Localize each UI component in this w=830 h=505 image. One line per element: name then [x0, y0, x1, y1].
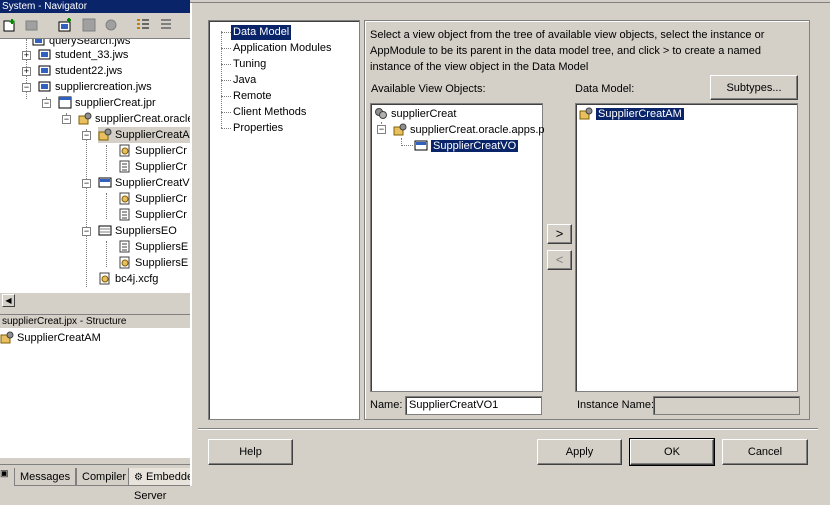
- tree-item-entityobject[interactable]: SuppliersEO: [98, 223, 177, 239]
- help-button[interactable]: Help: [208, 439, 293, 465]
- tree-item-am-file1[interactable]: SupplierCr: [118, 143, 187, 159]
- data-model-tree[interactable]: SupplierCreatAM: [575, 103, 798, 392]
- remove-instance-button[interactable]: <: [547, 250, 572, 270]
- app-module-icon: [579, 107, 593, 120]
- new-workspace-icon[interactable]: [58, 18, 72, 32]
- instance-name-field[interactable]: [653, 396, 800, 415]
- workspace-icon: [32, 39, 45, 46]
- collapse-icon[interactable]: −: [22, 83, 31, 92]
- add-instance-button[interactable]: >: [547, 224, 572, 244]
- apply-button[interactable]: Apply: [537, 439, 622, 465]
- navigator-tree[interactable]: querySearch.jws + student_33.jws + stude…: [0, 38, 196, 293]
- tree-item-eo-file2[interactable]: SuppliersE: [118, 255, 188, 271]
- step-java[interactable]: Java: [233, 73, 256, 88]
- tree-item-am-file2[interactable]: SupplierCr: [118, 159, 187, 175]
- step-client-methods[interactable]: Client Methods: [233, 105, 306, 120]
- button-separator: [198, 428, 818, 430]
- data-model-root-item[interactable]: SupplierCreatAM: [579, 106, 685, 122]
- available-view-objects-label: Available View Objects:: [371, 83, 486, 95]
- tree-item-student22[interactable]: student22.jws: [38, 63, 122, 79]
- collapse-icon[interactable]: −: [82, 131, 91, 140]
- tab-compiler[interactable]: Compiler: [76, 468, 133, 486]
- panel-icon: ▣: [0, 468, 9, 478]
- available-package-item[interactable]: supplierCreat.oracle.apps.p: [393, 122, 545, 138]
- new-item-icon[interactable]: [3, 18, 17, 32]
- expand-icon[interactable]: +: [22, 67, 31, 76]
- entity-object-icon: [98, 225, 112, 236]
- list-view-icon[interactable]: [136, 18, 150, 32]
- structure-root-item[interactable]: SupplierCreatAM: [0, 330, 101, 346]
- server-icon: ⚙: [134, 472, 143, 483]
- project-icon: [58, 96, 72, 109]
- available-view-object-item[interactable]: SupplierCreatVO: [414, 138, 520, 154]
- step-remote[interactable]: Remote: [233, 89, 272, 104]
- package-icon: [393, 123, 407, 136]
- view-object-icon: [98, 177, 112, 188]
- config-file-icon: [99, 272, 110, 285]
- xml-file-icon: [119, 144, 130, 157]
- navigator-title: System - Navigator: [0, 0, 196, 13]
- step-application-modules[interactable]: Application Modules: [233, 41, 331, 56]
- workspace-icon: [38, 81, 51, 92]
- navigator-horizontal-scrollbar[interactable]: ◀: [0, 292, 196, 308]
- xml-file-icon: [119, 256, 130, 269]
- cancel-button[interactable]: Cancel: [722, 439, 808, 465]
- available-root-item[interactable]: supplierCreat: [374, 106, 456, 122]
- subtypes-button[interactable]: Subtypes...: [710, 75, 798, 100]
- java-file-icon: [119, 240, 130, 253]
- step-tuning[interactable]: Tuning: [233, 57, 266, 72]
- instance-name-label: Instance Name:: [577, 399, 655, 411]
- tree-item-package[interactable]: supplierCreat.oracle: [78, 111, 193, 127]
- java-file-icon: [119, 160, 130, 173]
- tree-item-eo-file1[interactable]: SuppliersE: [118, 239, 188, 255]
- workspace-icon: [38, 49, 51, 60]
- connection-icon: [375, 107, 387, 119]
- ok-button[interactable]: OK: [629, 438, 715, 466]
- tree-item-viewobject[interactable]: SupplierCreatV: [98, 175, 190, 191]
- java-file-icon: [119, 208, 130, 221]
- instructions-text: Select a view object from the tree of av…: [370, 29, 765, 73]
- data-model-label: Data Model:: [575, 83, 635, 95]
- open-project-icon[interactable]: [25, 18, 39, 32]
- name-field[interactable]: SupplierCreatVO1: [405, 396, 542, 415]
- workspace-icon: [38, 65, 51, 76]
- step-data-model[interactable]: Data Model: [231, 25, 292, 40]
- view-object-icon: [414, 140, 428, 151]
- collapse-icon[interactable]: −: [82, 227, 91, 236]
- tab-messages[interactable]: Messages: [14, 468, 77, 486]
- app-module-icon: [0, 331, 14, 344]
- structure-title: supplierCreat.jpx - Structure: [0, 314, 196, 327]
- expand-icon[interactable]: +: [22, 51, 31, 60]
- dialog-title-edge: [190, 0, 830, 3]
- scroll-left-icon[interactable]: ◀: [2, 294, 15, 307]
- tree-item-project[interactable]: supplierCreat.jpr: [58, 95, 156, 111]
- package-icon: [78, 112, 92, 125]
- available-view-objects-tree[interactable]: supplierCreat − supplierCreat.oracle.app…: [370, 103, 545, 392]
- tree-item-bc4j-config[interactable]: bc4j.xcfg: [98, 271, 158, 287]
- collapse-icon[interactable]: −: [42, 99, 51, 108]
- name-label: Name:: [370, 399, 403, 411]
- tree-item-student33[interactable]: student_33.jws: [38, 47, 128, 63]
- collapse-icon[interactable]: −: [82, 179, 91, 188]
- save-icon[interactable]: [82, 18, 96, 32]
- step-properties[interactable]: Properties: [233, 121, 283, 136]
- sort-icon[interactable]: [160, 18, 174, 32]
- app-module-icon: [98, 128, 112, 141]
- navigator-toolbar: [0, 14, 196, 38]
- wizard-step-list[interactable]: Data Model Application Modules Tuning Ja…: [208, 20, 360, 420]
- tree-item-suppliercreation[interactable]: suppliercreation.jws: [38, 79, 152, 95]
- xml-file-icon: [119, 192, 130, 205]
- tree-item-vo-file1[interactable]: SupplierCr: [118, 191, 187, 207]
- collapse-icon[interactable]: −: [377, 125, 386, 134]
- tree-item-vo-file2[interactable]: SupplierCr: [118, 207, 187, 223]
- collapse-icon[interactable]: −: [62, 115, 71, 124]
- structure-pane[interactable]: SupplierCreatAM: [0, 328, 196, 458]
- refresh-icon[interactable]: [104, 18, 118, 32]
- tree-item-appmodule[interactable]: SupplierCreatA: [98, 127, 194, 143]
